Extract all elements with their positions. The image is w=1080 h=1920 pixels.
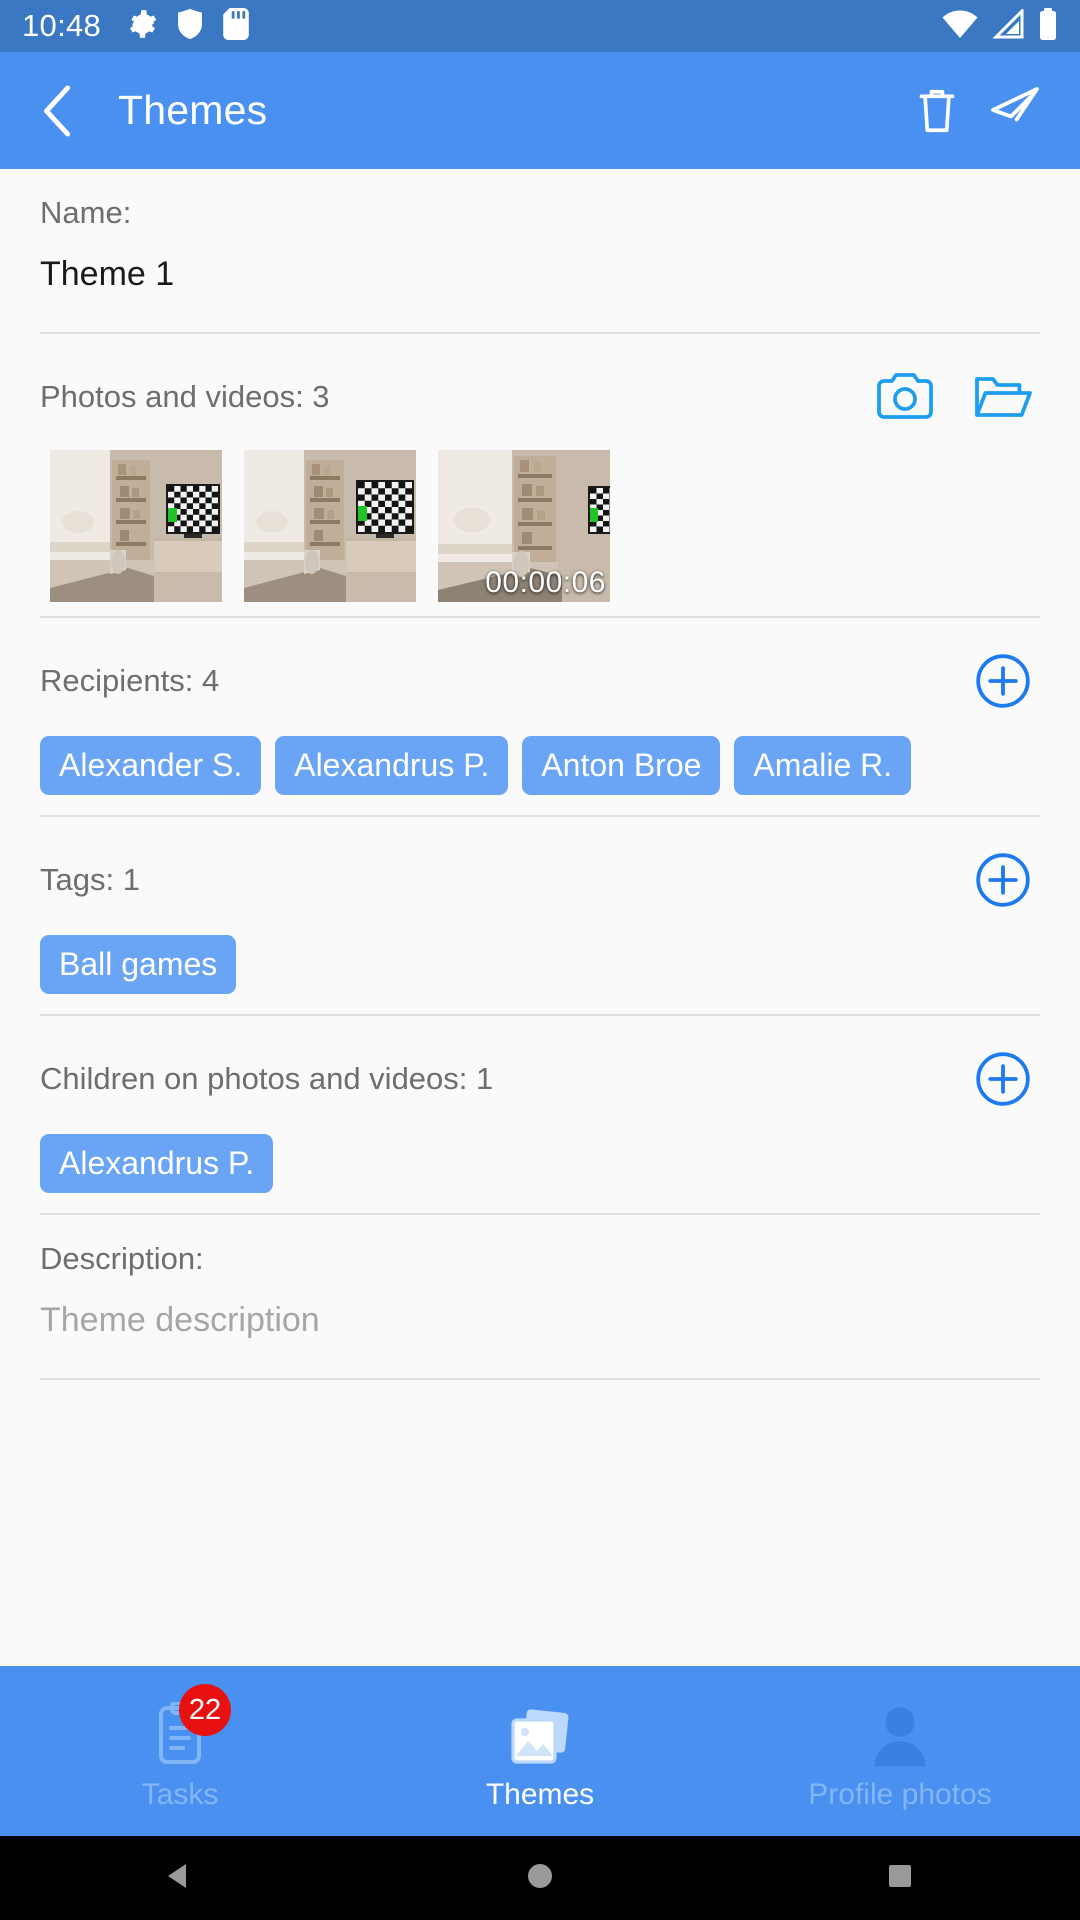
form-content: Name: Theme 1 Photos and videos: 3 00:00…	[0, 169, 1080, 1666]
recipient-chip[interactable]: Alexander S.	[40, 736, 262, 795]
plus-circle-icon	[976, 853, 1030, 907]
signal-icon	[992, 6, 1024, 44]
divider-description	[40, 1378, 1040, 1380]
children-header: Children on photos and videos: 1	[40, 1016, 1040, 1124]
profile-icon-wrap	[873, 1690, 927, 1766]
tags-label: Tags: 1	[40, 862, 140, 897]
thumbnail-strip: 00:00:06	[40, 442, 1040, 616]
app-bar: Themes	[0, 52, 1080, 169]
person-icon	[874, 1707, 926, 1766]
page-title: Themes	[118, 87, 268, 133]
tags-chips: Ball games	[40, 925, 1040, 1014]
media-section: Photos and videos: 3 00:00:06	[0, 334, 1080, 616]
add-tag-button[interactable]	[966, 843, 1040, 917]
themes-icon-wrap	[509, 1690, 571, 1766]
sd-card-icon	[223, 7, 249, 45]
children-section: Children on photos and videos: 1 Alexand…	[0, 1016, 1080, 1213]
plus-circle-icon	[976, 1052, 1030, 1106]
tasks-icon-wrap: 22	[155, 1684, 231, 1766]
name-label: Name:	[40, 195, 132, 230]
media-label: Photos and videos: 3	[40, 379, 330, 414]
children-label: Children on photos and videos: 1	[40, 1061, 494, 1096]
system-home-button[interactable]	[523, 1859, 557, 1898]
chevron-left-icon	[44, 85, 71, 136]
room-scene	[50, 450, 222, 602]
battery-icon	[1038, 7, 1058, 45]
send-icon	[991, 86, 1039, 121]
nav-item-tasks[interactable]: 22 Tasks	[0, 1666, 360, 1836]
status-bar: 10:48	[0, 0, 1080, 52]
send-button[interactable]	[976, 72, 1054, 150]
recipients-label: Recipients: 4	[40, 663, 220, 698]
nav-label-tasks: Tasks	[141, 1778, 219, 1811]
status-time: 10:48	[22, 8, 102, 43]
media-actions	[868, 360, 1040, 434]
camera-icon	[877, 373, 933, 419]
add-child-button[interactable]	[966, 1042, 1040, 1116]
recipients-header: Recipients: 4	[40, 618, 1040, 726]
nav-label-themes: Themes	[485, 1778, 595, 1811]
media-thumbnail-video[interactable]: 00:00:06	[438, 450, 610, 602]
system-back-button[interactable]	[163, 1859, 197, 1898]
status-right-icons	[942, 6, 1058, 45]
bottom-navigation: 22 Tasks Themes Profile photos	[0, 1666, 1080, 1836]
nav-item-profile-photos[interactable]: Profile photos	[720, 1666, 1080, 1836]
child-chip[interactable]: Alexandrus P.	[40, 1134, 274, 1193]
media-thumbnail[interactable]	[244, 450, 416, 602]
media-thumbnail[interactable]	[50, 450, 222, 602]
folder-button[interactable]	[966, 360, 1040, 434]
tags-section: Tags: 1 Ball games	[0, 817, 1080, 1014]
media-header: Photos and videos: 3	[40, 334, 1040, 442]
trash-icon	[919, 89, 955, 132]
tasks-badge: 22	[179, 1684, 231, 1736]
recipients-section: Recipients: 4 Alexander S. Alexandrus P.…	[0, 618, 1080, 815]
folder-icon	[975, 377, 1032, 417]
tag-chip[interactable]: Ball games	[40, 935, 237, 994]
back-button[interactable]	[26, 79, 90, 143]
camera-button[interactable]	[868, 360, 942, 434]
triangle-back-icon	[168, 1863, 186, 1888]
recipient-chip[interactable]: Anton Broe	[522, 736, 721, 795]
description-section: Description: Theme description	[0, 1215, 1080, 1378]
video-duration: 00:00:06	[485, 566, 606, 599]
system-recents-button[interactable]	[883, 1859, 917, 1898]
status-left-icons	[127, 7, 249, 45]
recipient-chip[interactable]: Amalie R.	[734, 736, 912, 795]
gear-icon	[127, 9, 157, 44]
shield-icon	[177, 8, 203, 45]
delete-button[interactable]	[898, 72, 976, 150]
plus-circle-icon	[976, 654, 1030, 708]
name-input[interactable]: Theme 1	[40, 231, 1040, 332]
description-input[interactable]: Theme description	[40, 1277, 1040, 1378]
nav-label-profile-photos: Profile photos	[808, 1778, 992, 1811]
square-recents-icon	[889, 1864, 911, 1887]
room-scene	[244, 450, 416, 602]
description-label: Description:	[40, 1241, 204, 1276]
circle-home-icon	[528, 1863, 552, 1888]
children-chips: Alexandrus P.	[40, 1124, 1040, 1213]
system-navigation-bar	[0, 1836, 1080, 1920]
nav-item-themes[interactable]: Themes	[360, 1666, 720, 1836]
app-screen: 10:48 Themes Name: Theme 1 Photos and vi…	[0, 0, 1080, 1920]
name-section: Name: Theme 1	[0, 169, 1080, 332]
recipient-chip[interactable]: Alexandrus P.	[275, 736, 509, 795]
recipients-chips: Alexander S. Alexandrus P. Anton Broe Am…	[40, 726, 1040, 815]
photos-icon	[511, 1709, 569, 1764]
tags-header: Tags: 1	[40, 817, 1040, 925]
wifi-icon	[942, 9, 978, 44]
add-recipient-button[interactable]	[966, 644, 1040, 718]
